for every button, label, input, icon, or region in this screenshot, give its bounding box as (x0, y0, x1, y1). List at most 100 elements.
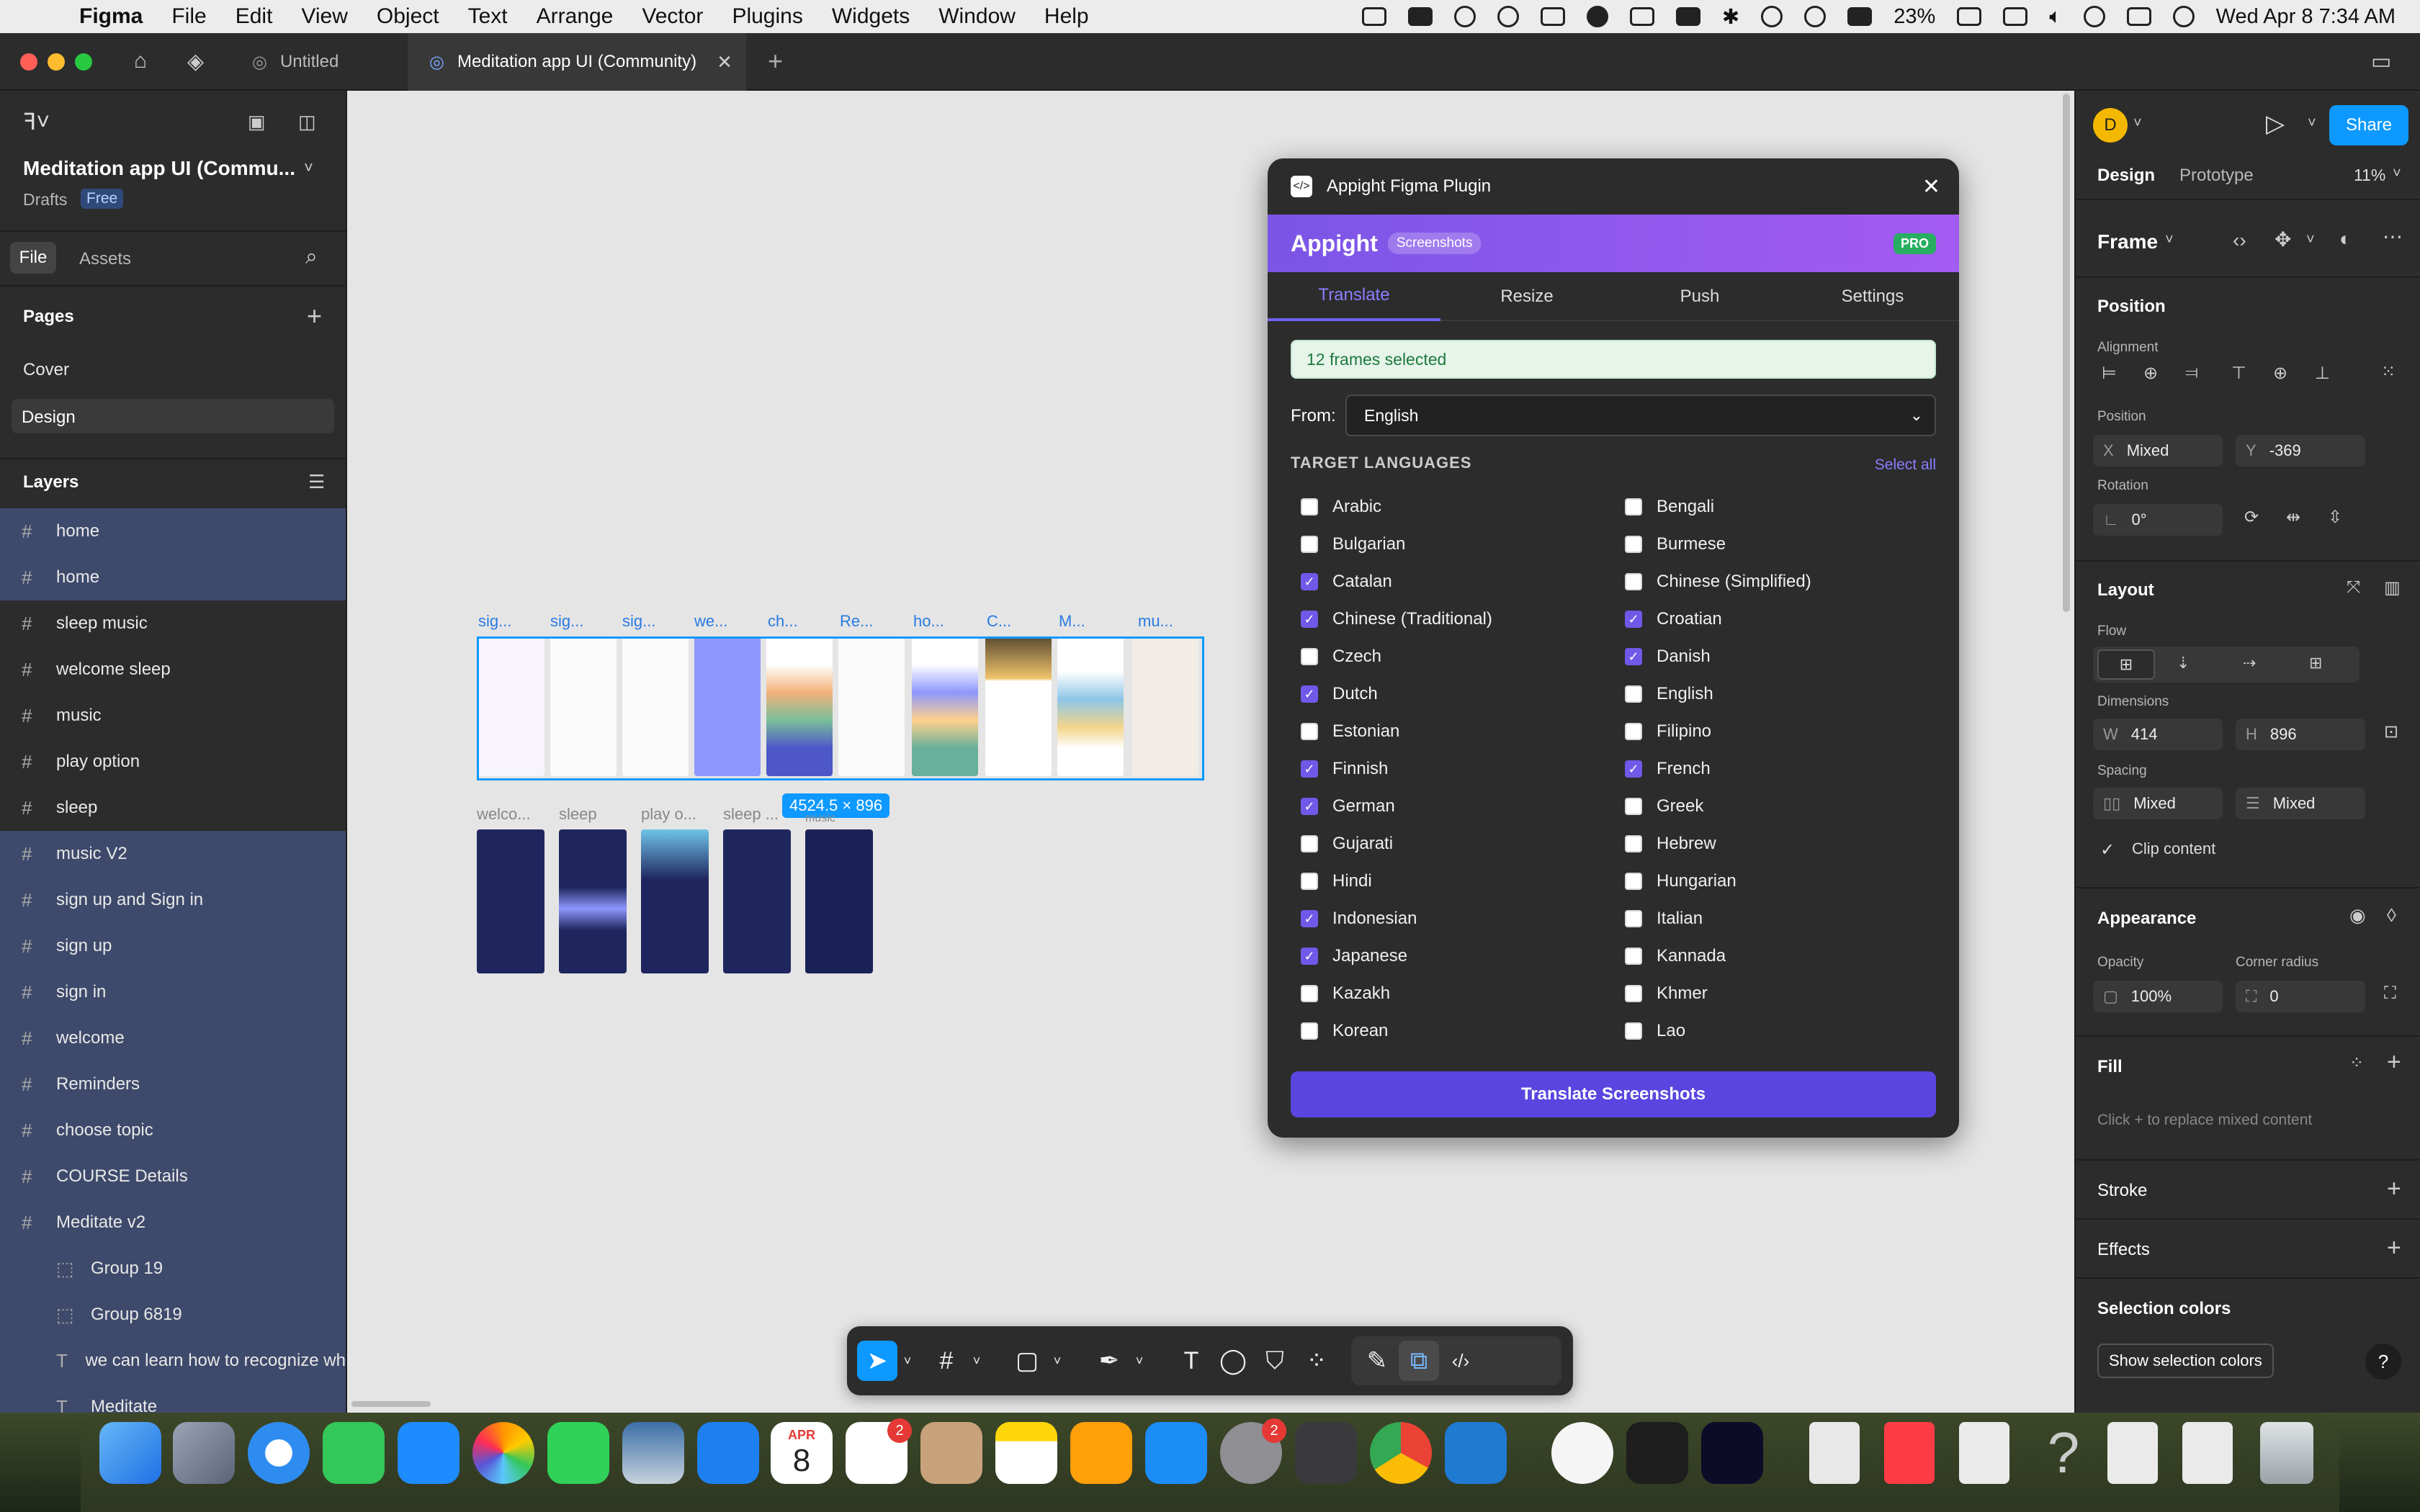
language-checkbox[interactable] (1301, 1022, 1318, 1040)
opacity-field[interactable]: ▢ 100% (2093, 981, 2223, 1012)
layer-home-1[interactable]: # home (0, 508, 346, 554)
lock-status-icon[interactable] (1540, 7, 1565, 26)
language-option[interactable]: Czech (1301, 647, 1381, 667)
layer-course-details[interactable]: # COURSE Details (0, 1153, 346, 1200)
play-status-icon[interactable] (1804, 6, 1827, 27)
spotlight-icon[interactable] (2083, 6, 2105, 27)
language-option[interactable]: ✓ French (1625, 759, 1711, 779)
language-checkbox[interactable]: ✓ (1301, 948, 1318, 965)
menu-vector[interactable]: Vector (642, 4, 703, 29)
webflow-status-icon[interactable] (1675, 7, 1700, 26)
frame-label[interactable]: Re... (840, 612, 873, 631)
layer-play-option[interactable]: # play option (0, 739, 346, 785)
actions-tool-icon[interactable]: ⁘ (1296, 1341, 1337, 1381)
layout-grid-icon[interactable]: ▥ (2384, 577, 2401, 598)
add-stroke-icon[interactable]: + (2387, 1175, 2401, 1203)
align-bottom-icon[interactable]: ⊥ (2315, 363, 2330, 384)
frame-thumbnail[interactable] (723, 829, 791, 973)
ai-icon[interactable]: ▣ (248, 111, 266, 133)
tab-meditation-app[interactable]: ◎ Meditation app UI (Community) ✕ (408, 33, 746, 91)
select-all-link[interactable]: Select all (1875, 456, 1936, 474)
flip-vertical-icon[interactable]: ⇳ (2328, 507, 2342, 528)
menubar-clock[interactable]: Wed Apr 8 7:34 AM (2216, 5, 2396, 29)
frame-thumbnail[interactable] (805, 829, 873, 973)
frame-label[interactable]: sleep ... (723, 805, 779, 824)
language-option[interactable]: Kannada (1625, 946, 1726, 966)
language-checkbox[interactable] (1301, 536, 1318, 553)
language-option[interactable]: English (1625, 684, 1713, 704)
chevron-down-icon[interactable]: ˅ (2165, 232, 2174, 248)
selection-box[interactable] (477, 636, 1204, 780)
language-checkbox[interactable]: ✓ (1625, 611, 1642, 628)
move-tool-icon[interactable]: ➤ (857, 1341, 897, 1381)
from-language-select[interactable]: English ⌄ (1345, 395, 1936, 436)
language-option[interactable]: ✓ Indonesian (1301, 909, 1417, 929)
layer-sign-up[interactable]: # sign up (0, 923, 346, 969)
close-window-button[interactable] (20, 53, 37, 71)
frame-thumbnail[interactable] (641, 829, 709, 973)
language-option[interactable]: Estonian (1301, 721, 1399, 742)
finder-icon[interactable] (99, 1422, 161, 1484)
language-option[interactable]: Gujarati (1301, 834, 1393, 854)
share-button[interactable]: Share (2329, 105, 2408, 145)
layer-welcome-sleep[interactable]: # welcome sleep (0, 647, 346, 693)
auto-layout-icon[interactable]: ⤧ (2347, 577, 2360, 598)
calendar-icon[interactable]: APR 8 (771, 1422, 833, 1484)
avatar[interactable]: D (2093, 108, 2128, 143)
chevron-down-icon[interactable]: ˅ (897, 1341, 918, 1381)
menu-object[interactable]: Object (377, 4, 439, 29)
tab-file[interactable]: File (10, 242, 56, 274)
rectangle-tool-icon[interactable]: ▢ (1007, 1341, 1047, 1381)
language-option[interactable]: Hindi (1301, 871, 1372, 891)
layer-text-meditate[interactable]: T Meditate (0, 1384, 346, 1413)
height-field[interactable]: H 896 (2236, 719, 2365, 750)
language-checkbox[interactable] (1625, 685, 1642, 703)
frame-label[interactable]: mu... (1138, 612, 1173, 631)
language-option[interactable]: ✓ German (1301, 796, 1395, 816)
flow-horizontal-icon[interactable]: ⇢ (2243, 654, 2256, 672)
language-checkbox[interactable]: ✓ (1625, 648, 1642, 665)
language-checkbox[interactable] (1625, 873, 1642, 890)
zoom-window-button[interactable] (75, 53, 92, 71)
styles-grid-icon[interactable]: ⁘ (2349, 1053, 2364, 1074)
pen-tool-icon[interactable]: ✒ (1089, 1341, 1129, 1381)
file-title[interactable]: Meditation app UI (Commu... (23, 157, 295, 180)
contacts-icon[interactable] (920, 1422, 982, 1484)
language-option[interactable]: ✓ Finnish (1301, 759, 1388, 779)
layer-meditate-v2[interactable]: # Meditate v2 (0, 1200, 346, 1246)
language-checkbox[interactable] (1301, 985, 1318, 1002)
language-checkbox[interactable] (1625, 910, 1642, 927)
language-checkbox[interactable] (1625, 835, 1642, 852)
tab-settings[interactable]: Settings (1786, 272, 1959, 321)
chrome-icon[interactable] (1370, 1422, 1432, 1484)
language-option[interactable]: Hungarian (1625, 871, 1736, 891)
chevron-down-icon[interactable]: ˅ (2393, 166, 2401, 182)
eye-icon[interactable]: ◉ (2349, 904, 2366, 927)
show-selection-colors-button[interactable]: Show selection colors (2097, 1344, 2274, 1378)
comment-tool-icon[interactable]: ◯ (1213, 1341, 1253, 1381)
spacing-vertical-field[interactable]: ☰ Mixed (2236, 788, 2365, 819)
language-checkbox[interactable]: ✓ (1301, 760, 1318, 778)
rotate-icon[interactable]: ⟳ (2244, 507, 2259, 528)
frame-label[interactable]: ho... (913, 612, 944, 631)
language-option[interactable]: ✓ Croatian (1625, 609, 1722, 629)
language-option[interactable]: Lao (1625, 1021, 1685, 1041)
frame-type-dropdown[interactable]: Frame (2097, 230, 2158, 253)
link-status-icon[interactable] (2003, 7, 2028, 26)
search-icon[interactable]: ⌕ (305, 245, 318, 269)
control-center-icon[interactable] (2126, 7, 2151, 26)
language-option[interactable]: Burmese (1625, 534, 1726, 554)
language-option[interactable]: Korean (1301, 1021, 1388, 1041)
layer-sign-up-and-sign-in[interactable]: # sign up and Sign in (0, 877, 346, 923)
language-checkbox[interactable] (1625, 1022, 1642, 1040)
layer-filter-icon[interactable]: ☰ (308, 471, 325, 493)
tab-translate[interactable]: Translate (1268, 272, 1440, 321)
language-checkbox[interactable] (1301, 648, 1318, 665)
dev-mode-icon[interactable]: ‹/› (1440, 1341, 1481, 1381)
menu-window[interactable]: Window (938, 4, 1016, 29)
mp3-file-icon[interactable] (1884, 1422, 1935, 1484)
language-checkbox[interactable] (1625, 798, 1642, 815)
language-option[interactable]: Khmer (1625, 984, 1708, 1004)
independent-corners-icon[interactable]: ⛶ (2384, 984, 2396, 1004)
drafts-label[interactable]: Drafts (23, 190, 67, 210)
